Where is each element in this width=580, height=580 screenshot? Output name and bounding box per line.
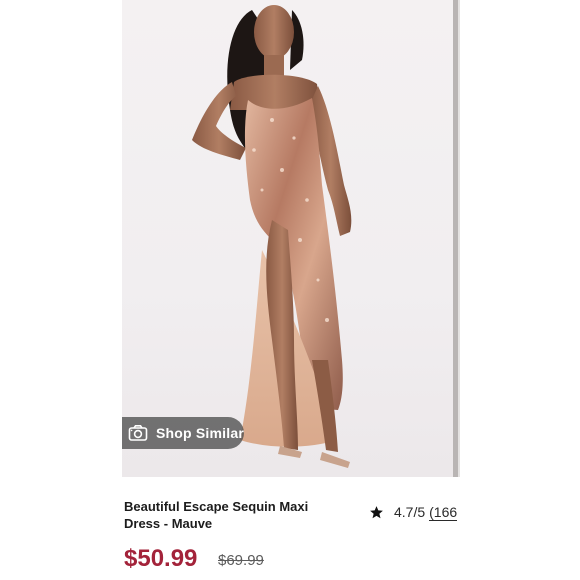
original-price: $69.99: [218, 552, 264, 569]
product-page: Shop Similar Beautiful Escape Sequin Max…: [0, 0, 580, 580]
star-icon: [370, 505, 383, 518]
camera-icon: [128, 424, 148, 442]
sale-price: $50.99: [124, 545, 198, 572]
shop-similar-button[interactable]: Shop Similar: [122, 417, 244, 449]
product-title[interactable]: Beautiful Escape Sequin Maxi Dress - Mau…: [124, 498, 344, 532]
review-count-link[interactable]: (166: [429, 504, 458, 521]
product-rating[interactable]: 4.7/5 (166: [369, 503, 458, 521]
shop-similar-label: Shop Similar: [156, 425, 244, 441]
rating-value: 4.7/5: [394, 504, 426, 520]
image-divider-shadow: [458, 0, 460, 477]
product-image[interactable]: [122, 0, 453, 477]
